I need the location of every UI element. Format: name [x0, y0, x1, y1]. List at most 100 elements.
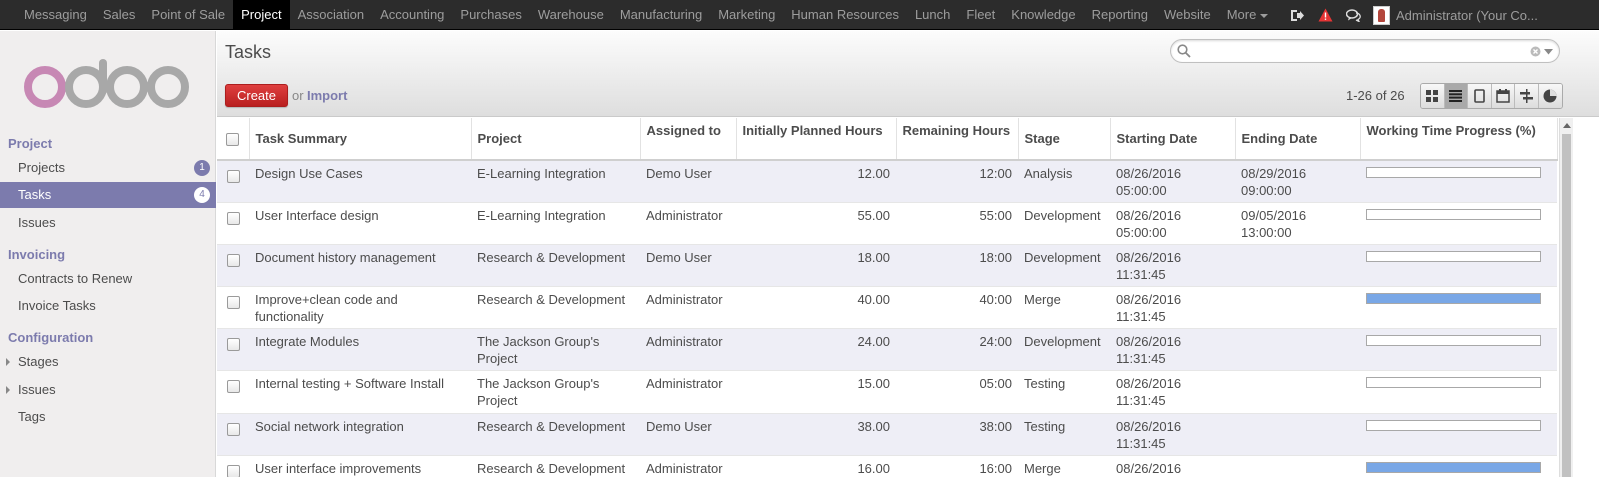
warning-icon[interactable] [1311, 0, 1339, 30]
col-ending-date[interactable]: Ending Date [1235, 118, 1361, 161]
menu-item-fleet[interactable]: Fleet [958, 0, 1003, 30]
logout-icon[interactable] [1283, 0, 1311, 30]
row-select-cell[interactable] [217, 244, 249, 288]
menu-item-purchases[interactable]: Purchases [452, 0, 529, 30]
clear-search-icon[interactable] [1530, 46, 1541, 57]
table-row[interactable]: Design Use Cases E-Learning Integration De… [217, 160, 1557, 203]
row-checkbox[interactable] [226, 422, 240, 436]
cell-project[interactable]: Research & Development [471, 244, 640, 288]
col-assigned-to[interactable]: Assigned to [640, 118, 737, 161]
row-checkbox[interactable] [226, 464, 240, 477]
cell-ending-date[interactable] [1235, 370, 1360, 414]
search-box[interactable] [1170, 39, 1560, 63]
cell-stage[interactable]: Development [1018, 202, 1110, 245]
pager-value[interactable]: 1-26 of 26 [1346, 88, 1405, 103]
cell-ending-date[interactable] [1235, 328, 1360, 372]
kanban-view-button[interactable] [1421, 84, 1445, 108]
row-checkbox[interactable] [226, 338, 240, 352]
cell-remaining-hours[interactable]: 18:00 [896, 244, 1018, 288]
cell-starting-date[interactable]: 08/26/2016 11:31:45 [1110, 413, 1235, 456]
form-view-button[interactable] [1468, 84, 1492, 108]
menu-item-manufacturing[interactable]: Manufacturing [612, 0, 710, 30]
menu-item-lunch[interactable]: Lunch [907, 0, 958, 30]
cell-assigned-to[interactable]: Administrator [640, 286, 736, 330]
cell-starting-date[interactable]: 08/26/2016 05:00:00 [1110, 160, 1235, 203]
cell-progress[interactable] [1360, 286, 1557, 330]
menu-item-reporting[interactable]: Reporting [1084, 0, 1156, 30]
sidebar-item-issues[interactable]: Issues [0, 377, 216, 403]
cell-project[interactable]: Research & Development [471, 413, 640, 456]
cell-ending-date[interactable] [1235, 244, 1360, 288]
cell-progress[interactable] [1360, 160, 1557, 203]
cell-stage[interactable]: Merge [1018, 286, 1110, 330]
col-starting-date[interactable]: Starting Date [1110, 118, 1236, 161]
cell-remaining-hours[interactable]: 40:00 [896, 286, 1018, 330]
cell-remaining-hours[interactable]: 24:00 [896, 328, 1018, 372]
cell-planned-hours[interactable]: 24.00 [736, 328, 896, 372]
cell-assigned-to[interactable]: Demo User [640, 244, 736, 288]
cell-task-summary[interactable]: Internal testing + Software Install [249, 370, 471, 414]
menu-item-association[interactable]: Association [290, 0, 372, 30]
calendar-view-button[interactable] [1491, 84, 1515, 108]
menu-item-point-of-sale[interactable]: Point of Sale [143, 0, 233, 30]
cell-task-summary[interactable]: User Interface design [249, 202, 471, 245]
menu-item-accounting[interactable]: Accounting [372, 0, 452, 30]
cell-project[interactable]: Research & Development [471, 286, 640, 330]
menu-item-website[interactable]: Website [1156, 0, 1219, 30]
cell-planned-hours[interactable]: 18.00 [736, 244, 896, 288]
chevron-right-icon[interactable] [6, 386, 10, 394]
cell-progress[interactable] [1360, 202, 1557, 245]
cell-assigned-to[interactable]: Demo User [640, 413, 736, 456]
menu-item-more[interactable]: More [1219, 0, 1277, 30]
cell-planned-hours[interactable]: 15.00 [736, 370, 896, 414]
row-checkbox[interactable] [226, 253, 240, 267]
cell-project[interactable]: The Jackson Group's Project [471, 370, 640, 414]
row-checkbox[interactable] [226, 296, 240, 310]
cell-stage[interactable]: Development [1018, 244, 1110, 288]
cell-progress[interactable] [1360, 455, 1557, 477]
sidebar-item-contracts-to-renew[interactable]: Contracts to Renew [0, 266, 216, 292]
sidebar-item-stages[interactable]: Stages [0, 349, 216, 375]
import-link[interactable]: Import [307, 88, 347, 103]
cell-planned-hours[interactable]: 16.00 [736, 455, 896, 477]
cell-task-summary[interactable]: Social network integration [249, 413, 471, 456]
cell-starting-date[interactable]: 08/26/2016 11:31:45 [1110, 328, 1235, 372]
cell-ending-date[interactable]: 08/29/2016 09:00:00 [1235, 160, 1360, 203]
table-row[interactable]: Integrate Modules The Jackson Group's Pro… [217, 328, 1557, 372]
scroll-thumb[interactable] [1562, 134, 1571, 477]
cell-progress[interactable] [1360, 328, 1557, 372]
row-select-cell[interactable] [217, 286, 249, 330]
scroll-up-icon[interactable] [1563, 123, 1571, 128]
table-row[interactable]: Improve+clean code and functionality Rese… [217, 286, 1557, 330]
cell-assigned-to[interactable]: Administrator [640, 202, 736, 245]
chat-icon[interactable] [1339, 0, 1367, 30]
list-view-button[interactable] [1444, 84, 1468, 108]
cell-planned-hours[interactable]: 12.00 [736, 160, 896, 203]
search-options-chevron-down-icon[interactable] [1544, 49, 1553, 55]
cell-planned-hours[interactable]: 40.00 [736, 286, 896, 330]
cell-project[interactable]: E-Learning Integration [471, 160, 640, 203]
cell-progress[interactable] [1360, 370, 1557, 414]
cell-starting-date[interactable]: 08/26/2016 05:00:00 [1110, 202, 1235, 245]
cell-task-summary[interactable]: User interface improvements [249, 455, 471, 477]
table-row[interactable]: User Interface design E-Learning Integrat… [217, 202, 1557, 245]
row-select-cell[interactable] [217, 328, 249, 372]
cell-project[interactable]: E-Learning Integration [471, 202, 640, 245]
cell-ending-date[interactable] [1235, 286, 1360, 330]
cell-starting-date[interactable]: 08/26/2016 11:31:45 [1110, 286, 1235, 330]
cell-progress[interactable] [1360, 244, 1557, 288]
cell-planned-hours[interactable]: 38.00 [736, 413, 896, 456]
row-select-cell[interactable] [217, 455, 249, 477]
menu-item-knowledge[interactable]: Knowledge [1003, 0, 1083, 30]
cell-starting-date[interactable]: 08/26/2016 11:31:45 [1110, 370, 1235, 414]
graph-view-button[interactable] [1538, 84, 1562, 108]
row-select-cell[interactable] [217, 370, 249, 414]
col-task-summary[interactable]: Task Summary [249, 118, 472, 161]
cell-stage[interactable]: Merge [1018, 455, 1110, 477]
col-planned-hours[interactable]: Initially Planned Hours [736, 118, 897, 161]
sidebar-item-projects[interactable]: Projects 1 [0, 155, 216, 181]
menu-item-warehouse[interactable]: Warehouse [530, 0, 612, 30]
cell-project[interactable]: The Jackson Group's Project [471, 328, 640, 372]
sidebar-item-tags[interactable]: Tags [0, 404, 216, 430]
checkbox[interactable] [226, 133, 240, 147]
